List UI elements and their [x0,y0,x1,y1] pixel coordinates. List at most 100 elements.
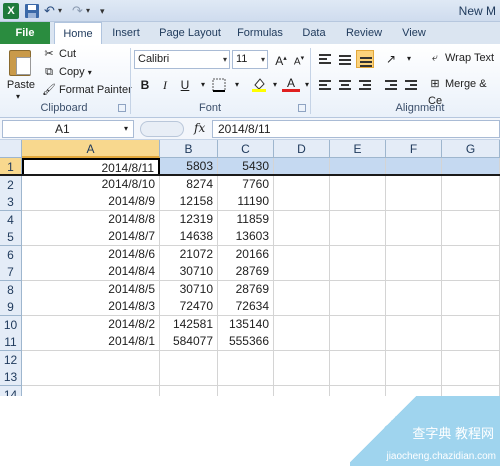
table-cell[interactable] [274,315,330,334]
table-cell[interactable] [442,368,500,386]
table-cell[interactable]: 2014/8/4 [22,263,160,281]
column-header-a[interactable]: A [22,140,160,158]
table-cell[interactable] [330,368,386,386]
table-cell[interactable] [442,175,500,194]
borders-icon[interactable] [210,76,228,94]
decrease-indent-icon[interactable] [382,76,400,94]
table-cell[interactable] [218,368,274,386]
borders-dropdown-icon[interactable]: ▾ [228,76,246,94]
tab-formulas[interactable]: Formulas [232,22,288,44]
table-cell[interactable] [386,333,442,351]
table-cell[interactable]: 8274 [160,175,218,194]
align-right-icon[interactable] [356,76,374,94]
undo-dropdown-icon[interactable]: ▾ [58,3,66,19]
row-header[interactable]: 2 [0,175,22,194]
table-cell[interactable] [330,280,386,299]
align-center-icon[interactable] [336,76,354,94]
excel-logo-icon[interactable]: X [3,3,19,19]
table-cell[interactable] [274,245,330,264]
tab-review[interactable]: Review [342,22,386,44]
table-cell[interactable] [386,175,442,194]
table-cell[interactable] [274,298,330,316]
column-header-d[interactable]: D [274,140,330,158]
table-cell[interactable] [386,210,442,229]
copy-dropdown-icon[interactable]: ▾ [88,68,92,77]
row-header[interactable]: 11 [0,333,22,351]
table-cell[interactable]: 584077 [160,333,218,351]
align-top-icon[interactable] [316,50,334,68]
font-name-dropdown-icon[interactable]: ▾ [223,51,227,68]
table-cell[interactable] [22,350,160,369]
table-cell[interactable]: 7760 [218,175,274,194]
table-cell[interactable] [274,210,330,229]
table-cell[interactable]: 2014/8/2 [22,315,160,334]
table-cell[interactable] [442,333,500,351]
table-cell[interactable]: 11190 [218,193,274,211]
table-cell[interactable] [442,210,500,229]
font-name-combo[interactable]: Calibri ▾ [134,50,230,69]
tab-page-layout[interactable]: Page Layout [154,22,226,44]
table-cell[interactable]: 13603 [218,228,274,246]
formula-bar-grip[interactable] [140,121,184,137]
table-cell[interactable] [442,228,500,246]
table-cell[interactable] [330,193,386,211]
format-painter-button[interactable]: 🖌 Format Painter [42,82,132,99]
table-cell[interactable] [330,210,386,229]
row-header[interactable]: 13 [0,368,22,386]
grow-font-button[interactable]: A▴ [272,50,290,68]
table-cell[interactable] [330,175,386,194]
table-cell[interactable] [330,245,386,264]
wrap-text-button[interactable]: ⤶ Wrap Text [428,50,494,67]
table-cell[interactable] [386,298,442,316]
tab-insert[interactable]: Insert [104,22,148,44]
align-left-icon[interactable] [316,76,334,94]
column-header-g[interactable]: G [442,140,500,158]
table-cell[interactable] [386,228,442,246]
table-cell[interactable]: 2014/8/6 [22,245,160,264]
tab-view[interactable]: View [396,22,432,44]
table-cell[interactable]: 2014/8/3 [22,298,160,316]
table-cell[interactable] [22,368,160,386]
name-box-dropdown-icon[interactable]: ▾ [124,124,128,133]
orientation-icon[interactable]: ↗ [382,50,400,68]
row-header[interactable]: 9 [0,298,22,316]
table-cell[interactable] [274,193,330,211]
table-cell[interactable]: 21072 [160,245,218,264]
formula-input[interactable]: 2014/8/11 [212,120,500,138]
tab-home[interactable]: Home [54,22,102,45]
table-cell[interactable] [442,245,500,264]
table-cell[interactable]: 2014/8/1 [22,333,160,351]
align-bottom-icon[interactable] [356,50,374,68]
row-header[interactable]: 6 [0,245,22,264]
copy-button[interactable]: ⧉ Copy ▾ [42,64,92,81]
table-cell[interactable] [274,280,330,299]
table-cell[interactable] [274,228,330,246]
table-cell[interactable] [274,368,330,386]
row-header[interactable]: 10 [0,315,22,334]
table-cell[interactable]: 28769 [218,263,274,281]
table-cell[interactable] [274,175,330,194]
redo-dropdown-icon[interactable]: ▾ [86,3,94,19]
bold-button[interactable]: B [136,76,154,94]
row-header[interactable]: 3 [0,193,22,211]
table-cell[interactable]: 14638 [160,228,218,246]
column-header-c[interactable]: C [218,140,274,158]
table-cell[interactable]: 135140 [218,315,274,334]
cut-button[interactable]: ✂ Cut [42,46,76,63]
table-cell[interactable] [274,350,330,369]
column-header-b[interactable]: B [160,140,218,158]
paste-dropdown-icon[interactable]: ▾ [16,92,20,101]
table-cell[interactable]: 2014/8/5 [22,280,160,299]
table-cell[interactable]: 2014/8/8 [22,210,160,229]
underline-button[interactable]: U [176,76,194,94]
table-cell[interactable] [386,263,442,281]
select-all-button[interactable] [0,140,22,158]
table-cell[interactable] [442,263,500,281]
table-cell[interactable] [386,245,442,264]
table-cell[interactable] [330,350,386,369]
table-cell[interactable]: 30710 [160,280,218,299]
font-color-dropdown-icon[interactable]: ▾ [298,76,316,94]
table-cell[interactable]: 72634 [218,298,274,316]
table-cell[interactable] [442,280,500,299]
table-cell[interactable] [386,368,442,386]
